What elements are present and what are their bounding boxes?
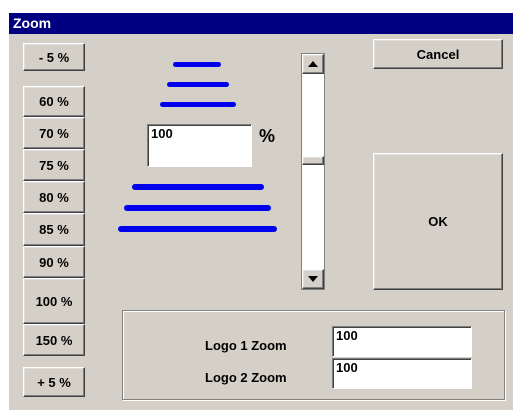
zoom-minus-5-button[interactable]: - 5 % bbox=[23, 43, 85, 71]
zoom-line bbox=[167, 82, 229, 87]
zoom-60-button[interactable]: 60 % bbox=[23, 86, 85, 117]
zoom-85-button[interactable]: 85 % bbox=[23, 213, 85, 246]
scrollbar-track[interactable] bbox=[301, 53, 325, 290]
zoom-plus-5-button[interactable]: + 5 % bbox=[23, 367, 85, 397]
zoom-line bbox=[160, 102, 236, 107]
down-arrow-icon bbox=[308, 276, 318, 282]
percent-label: % bbox=[259, 126, 276, 146]
zoom-line bbox=[132, 184, 264, 190]
logo2-zoom-label: Logo 2 Zoom bbox=[205, 370, 287, 385]
zoom-scrollbar[interactable] bbox=[301, 53, 325, 290]
zoom-line bbox=[173, 62, 221, 67]
logo2-zoom-input[interactable]: 100 bbox=[332, 358, 472, 389]
zoom-80-button[interactable]: 80 % bbox=[23, 181, 85, 213]
zoom-line bbox=[118, 226, 277, 232]
cancel-button[interactable]: Cancel bbox=[373, 39, 503, 69]
zoom-90-button[interactable]: 90 % bbox=[23, 246, 85, 278]
scroll-down-button[interactable] bbox=[302, 269, 324, 289]
zoom-75-button[interactable]: 75 % bbox=[23, 149, 85, 181]
logo1-zoom-label: Logo 1 Zoom bbox=[205, 338, 287, 353]
ok-button[interactable]: OK bbox=[373, 153, 503, 290]
zoom-percent-input[interactable]: 100 bbox=[147, 124, 252, 167]
zoom-100-button[interactable]: 100 % bbox=[23, 278, 85, 324]
title-bar: Zoom bbox=[9, 13, 513, 34]
up-arrow-icon bbox=[308, 61, 318, 67]
zoom-dialog: Zoom - 5 % 60 % 70 % 75 % 80 % 85 % 90 %… bbox=[9, 13, 513, 410]
scroll-thumb[interactable] bbox=[302, 156, 324, 165]
logo1-zoom-input[interactable]: 100 bbox=[332, 326, 472, 357]
zoom-line bbox=[124, 205, 271, 211]
scroll-up-button[interactable] bbox=[302, 54, 324, 74]
zoom-150-button[interactable]: 150 % bbox=[23, 324, 85, 356]
zoom-70-button[interactable]: 70 % bbox=[23, 117, 85, 149]
